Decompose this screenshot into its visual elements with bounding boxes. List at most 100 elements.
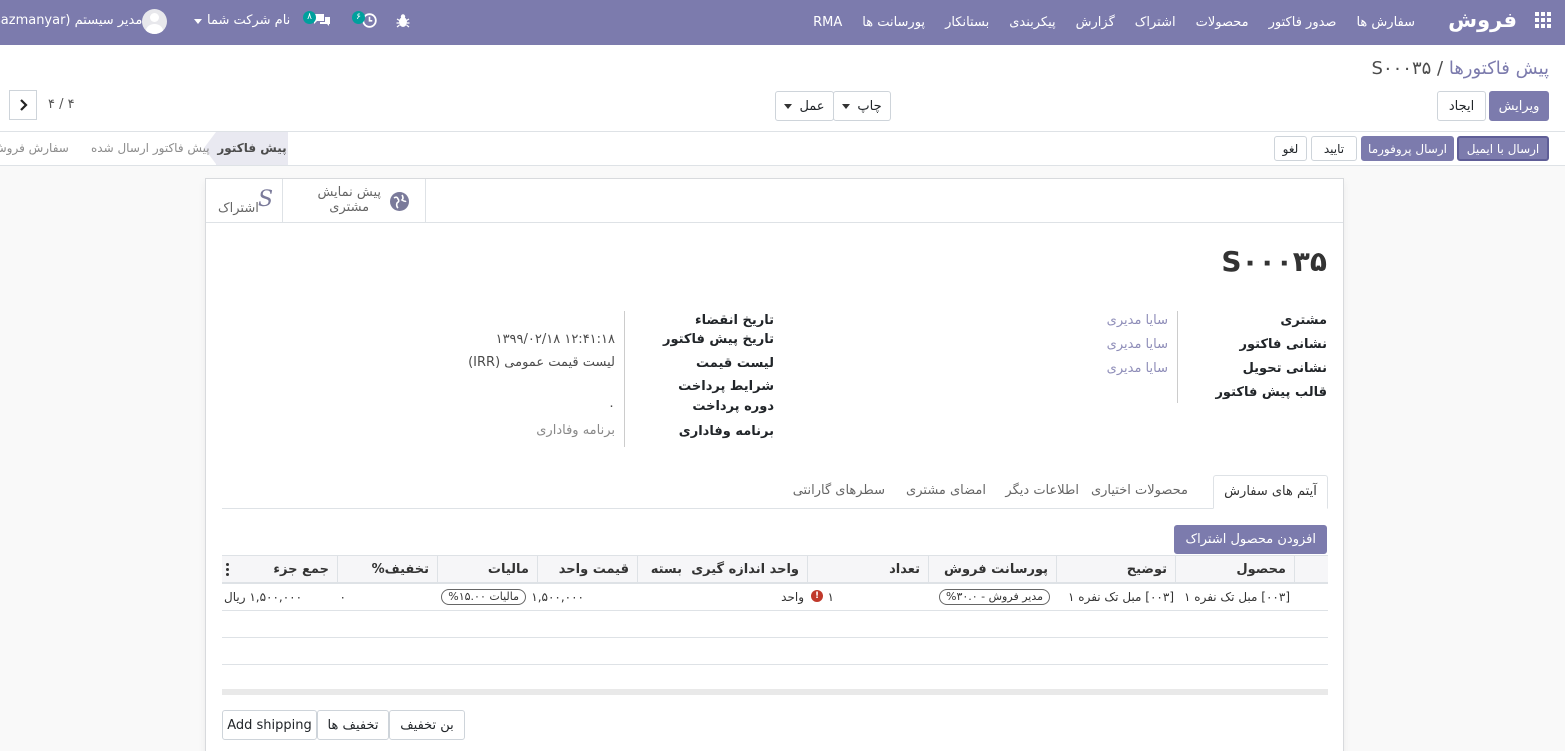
coupon-button[interactable]: بن تخفیف (389, 710, 465, 740)
quotation-date-label: تاریخ پیش فاکتور (662, 332, 774, 347)
tab-other-info[interactable]: اطلاعات دیگر (1005, 475, 1079, 509)
menu-configuration[interactable]: پیکربندی (1009, 15, 1055, 30)
quotation-date-field[interactable]: ۱۳۹۹/۰۲/۱۸ ۱۲:۴۱:۱۸ (496, 332, 615, 347)
breadcrumb-current: S۰۰۰۳۵ (1371, 58, 1432, 79)
header-discount[interactable]: تخفیف% (337, 556, 437, 583)
menu-rma[interactable]: RMA (813, 15, 842, 30)
expiration-label: تاریخ انقضاء (694, 313, 774, 328)
pricelist-label: لیست قیمت (696, 356, 774, 371)
menu-reporting[interactable]: گزارش (1076, 15, 1115, 30)
pricelist-field[interactable]: لیست قیمت عمومی (IRR) (468, 355, 615, 370)
invoice-address-field[interactable]: سایا مدیری (1107, 337, 1168, 352)
tax-tag[interactable]: مالیات ۱۵.۰۰% (441, 589, 526, 605)
globe-icon (390, 192, 409, 211)
header-spacer (1294, 556, 1328, 583)
optional-columns-icon[interactable] (226, 563, 229, 576)
header-uom[interactable]: واحد اندازه گیری (690, 556, 807, 583)
pager-next-button[interactable] (9, 90, 37, 120)
bug-icon[interactable] (396, 13, 410, 28)
payment-terms-label: شرایط پرداخت (678, 379, 774, 394)
stage-sales-order[interactable]: سفارش فروش (0, 132, 69, 165)
table-empty-row (222, 611, 1328, 638)
table-row[interactable]: [۰۰۳] مبل تک نفره ۱ [۰۰۳] مبل تک نفره ۱ … (222, 584, 1328, 611)
systray: ۶ ۸ نام شرکت شما sazmanyar) مدیر سیستم (0, 0, 420, 45)
send-proforma-button[interactable]: ارسال پروفورما (1361, 136, 1454, 161)
tab-warranty-lines[interactable]: سطرهای گارانتی (793, 475, 885, 509)
header-description[interactable]: توضیح (1056, 556, 1175, 583)
header-quantity[interactable]: تعداد (807, 556, 928, 583)
add-shipping-button[interactable]: Add shipping (222, 710, 317, 740)
notebook-tabs: آیتم های سفارش محصولات اختیاری اطلاعات د… (222, 475, 1328, 509)
tab-customer-signature[interactable]: امضای مشتری (906, 475, 986, 509)
print-dropdown[interactable]: چاپ (833, 91, 891, 121)
breadcrumb: پیش فاکتورها / S۰۰۰۳۵ (1371, 58, 1549, 79)
app-brand[interactable]: فروش (1448, 8, 1517, 32)
cell-uom[interactable]: واحد (781, 584, 804, 610)
cell-unit-price[interactable]: ۱,۵۰۰,۰۰۰ (531, 584, 584, 610)
payment-period-label: دوره پرداخت (692, 399, 774, 414)
pager-value[interactable]: ۴ / ۴ (48, 97, 75, 112)
warning-icon[interactable]: ! (811, 590, 823, 602)
subscription-icon: S (258, 187, 274, 212)
customer-field[interactable]: سایا مدیری (1107, 313, 1168, 328)
add-subscription-product-button[interactable]: افزودن محصول اشتراک (1174, 525, 1327, 554)
user-menu[interactable]: sazmanyar) مدیر سیستم (0, 13, 142, 28)
header-taxes[interactable]: مالیات (437, 556, 537, 583)
edit-button[interactable]: ویرایش (1489, 91, 1549, 121)
cancel-button[interactable]: لغو (1274, 136, 1307, 161)
payment-period-field[interactable]: ۰ (608, 399, 615, 414)
main-menu: سفارش ها صدور فاکتور محصولات اشتراک گزار… (793, 0, 1415, 45)
header-package[interactable]: بسته (637, 556, 690, 583)
delivery-address-field[interactable]: سایا مدیری (1107, 361, 1168, 376)
table-empty-row (222, 638, 1328, 665)
caret-down-icon (784, 103, 793, 109)
cell-subtotal: ۱,۵۰۰,۰۰۰ ریال (224, 590, 303, 604)
cell-discount[interactable]: ۰ (340, 584, 346, 610)
menu-orders[interactable]: سفارش ها (1356, 15, 1415, 30)
smart-buttons-bar: پیش نمایش مشتری S اشتراک (206, 179, 1343, 223)
company-caret-icon (194, 19, 202, 24)
promotions-button[interactable]: تخفیف ها (317, 710, 389, 740)
tab-order-lines[interactable]: آیتم های سفارش (1213, 475, 1328, 509)
caret-down-icon (842, 103, 851, 109)
customer-preview-button[interactable]: پیش نمایش مشتری (283, 179, 426, 223)
breadcrumb-quotations[interactable]: پیش فاکتورها (1449, 58, 1549, 79)
chat-count-badge: ۸ (303, 11, 316, 24)
top-navbar: فروش سفارش ها صدور فاکتور محصولات اشتراک… (0, 0, 1565, 45)
status-bar: ارسال با ایمیل ارسال پروفورما تایید لغو … (0, 132, 1565, 166)
header-unit-price[interactable]: قیمت واحد (537, 556, 637, 583)
menu-subscription[interactable]: اشتراک (1135, 15, 1176, 30)
header-subtotal[interactable]: جمع جزء (222, 556, 337, 583)
user-avatar[interactable] (142, 9, 167, 34)
menu-creditor[interactable]: بستانکار (945, 15, 989, 30)
send-by-email-button[interactable]: ارسال با ایمیل (1457, 136, 1549, 161)
company-switcher[interactable]: نام شرکت شما (207, 13, 290, 28)
table-empty-row (222, 665, 1328, 692)
commission-tag[interactable]: مدیر فروش - ۳۰.۰% (938, 589, 1050, 605)
stage-quotation-sent[interactable]: پیش فاکتور ارسال شده (91, 132, 210, 165)
loyalty-label: برنامه وفاداری (678, 424, 774, 439)
header-commission[interactable]: پورسانت فروش (928, 556, 1056, 583)
subscription-button[interactable]: S اشتراک (206, 179, 283, 223)
customer-label: مشتری (1280, 313, 1327, 328)
activity-count-badge: ۶ (352, 11, 365, 24)
confirm-button[interactable]: تایید (1311, 136, 1357, 161)
cell-quantity[interactable]: ۱ (828, 584, 834, 610)
quote-template-label: قالب پیش فاکتور (1215, 385, 1327, 400)
tab-optional-products[interactable]: محصولات اختیاری (1091, 475, 1188, 509)
invoice-address-label: نشانی فاکتور (1239, 337, 1327, 352)
stage-quotation[interactable]: پیش فاکتور (204, 132, 288, 165)
cell-product[interactable]: [۰۰۳] مبل تک نفره ۱ (1184, 584, 1290, 610)
table-header: محصول توضیح پورسانت فروش تعداد واحد اندا… (222, 555, 1328, 584)
menu-invoicing[interactable]: صدور فاکتور (1269, 15, 1337, 30)
menu-commissions[interactable]: پورسانت ها (862, 15, 925, 30)
loyalty-field[interactable]: برنامه وفاداری (536, 423, 615, 438)
create-button[interactable]: ایجاد (1437, 91, 1486, 121)
action-dropdown[interactable]: عمل (775, 91, 834, 121)
menu-products[interactable]: محصولات (1196, 15, 1249, 30)
header-product[interactable]: محصول (1175, 556, 1294, 583)
apps-menu-icon[interactable] (1535, 12, 1551, 28)
order-lines-table: محصول توضیح پورسانت فروش تعداد واحد اندا… (222, 555, 1328, 692)
form-sheet: پیش نمایش مشتری S اشتراک S۰۰۰۳۵ مشتری نش… (205, 178, 1344, 751)
cell-description[interactable]: [۰۰۳] مبل تک نفره ۱ (1068, 584, 1174, 610)
